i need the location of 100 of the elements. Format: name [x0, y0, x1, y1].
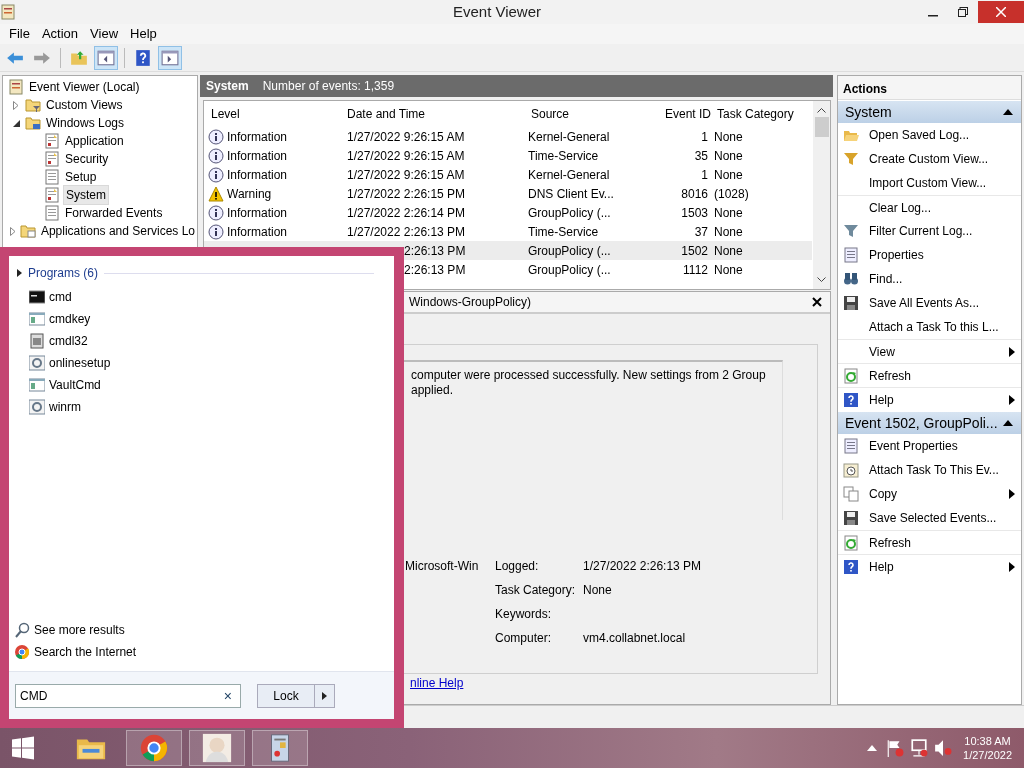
search-field[interactable]: CMD ×: [15, 683, 241, 708]
collapsed-arrow-icon[interactable]: [13, 100, 19, 110]
menu-item[interactable]: File: [3, 24, 36, 44]
menu-item[interactable]: Action: [35, 24, 85, 44]
funnel-icon: [843, 151, 859, 167]
command-item[interactable]: Save All Events As...: [838, 291, 1021, 315]
taskbar-button[interactable]: [189, 730, 245, 766]
lock-button[interactable]: Lock: [258, 684, 314, 707]
command-item[interactable]: View: [838, 339, 1021, 363]
help-icon: [134, 48, 152, 67]
task-category: None: [714, 243, 743, 258]
collapse-arrow-icon[interactable]: [1003, 420, 1013, 426]
tree-item[interactable]: Forwarded Events: [63, 204, 165, 222]
tray-arrow-icon[interactable]: [867, 745, 878, 751]
taskbar-button[interactable]: [252, 730, 308, 766]
command-item[interactable]: Attach Task To This Ev...: [838, 458, 1021, 482]
list-icon: [843, 247, 859, 263]
command-item[interactable]: Attach a Task To this L...: [838, 315, 1021, 339]
search-result[interactable]: cmd: [9, 286, 394, 308]
message-line: applied.: [411, 383, 455, 398]
menu-item[interactable]: View: [84, 24, 125, 44]
event-id: 35: [694, 148, 708, 163]
command-item[interactable]: Properties: [838, 243, 1021, 267]
tree-item[interactable]: Event Viewer (Local): [27, 78, 142, 96]
column-header[interactable]: Source: [531, 105, 627, 123]
event-id: 37: [694, 224, 708, 239]
command-item[interactable]: Copy: [838, 482, 1021, 506]
tree-item[interactable]: Windows Logs: [44, 114, 127, 132]
section-header[interactable]: Event 1502, GroupPoli...: [838, 412, 1021, 434]
command-item[interactable]: Help: [838, 387, 1021, 411]
collapse-arrow-icon[interactable]: [1003, 109, 1013, 115]
event-level: Information: [227, 128, 288, 146]
table-row[interactable]: Information 1/27/2022 9:26:15 AM Time-Service 35 None: [204, 146, 812, 165]
event-id: 1: [701, 129, 708, 144]
event-count: Number of events: 1,359: [262, 78, 395, 95]
tree-item[interactable]: Custom Views: [44, 96, 125, 114]
command-item[interactable]: Create Custom View...: [838, 147, 1021, 171]
submenu-arrow-icon: [1009, 561, 1015, 572]
tree-item[interactable]: Security: [63, 150, 111, 168]
details-title: Windows-GroupPolicy): [409, 294, 532, 311]
scroll-down-icon[interactable]: [817, 277, 826, 283]
scroll-up-icon[interactable]: [817, 107, 826, 113]
chrome-icon: [138, 732, 170, 764]
column-header[interactable]: Level: [211, 105, 347, 123]
toolbar-button[interactable]: [94, 45, 118, 70]
event-date: 1/27/2022 9:26:15 AM: [347, 129, 465, 144]
column-header[interactable]: Task Category: [717, 105, 815, 123]
info-icon: [208, 147, 224, 164]
column-header[interactable]: Event ID: [627, 105, 717, 123]
toolbar-button[interactable]: [158, 45, 182, 70]
field-label: Logged:: [495, 558, 540, 575]
column-header[interactable]: Date and Time: [347, 105, 531, 123]
section-header[interactable]: System: [838, 101, 1021, 123]
speaker-icon[interactable]: [934, 739, 953, 757]
flag-icon[interactable]: [886, 739, 905, 757]
taskbar-button[interactable]: [126, 730, 182, 766]
message-line: computer were processed successfully. New settings from 2 Group: [411, 368, 767, 383]
tree-item[interactable]: System: [63, 185, 109, 205]
table-row[interactable]: Information 1/27/2022 2:26:14 PM GroupPolicy (... 1503 None: [204, 203, 812, 222]
power-options-button[interactable]: [314, 684, 334, 707]
command-item[interactable]: Find...: [838, 267, 1021, 291]
command-item[interactable]: Help: [838, 554, 1021, 578]
table-row[interactable]: Information 1/27/2022 9:26:15 AM Kernel-General 1 None: [204, 165, 812, 184]
tree-item[interactable]: Setup: [63, 168, 99, 186]
search-result[interactable]: cmdkey: [9, 308, 394, 330]
help-link[interactable]: nline Help: [410, 674, 464, 692]
command-item[interactable]: Event Properties: [838, 434, 1021, 458]
event-date: 1/27/2022 2:26:14 PM: [347, 205, 466, 220]
search-result[interactable]: onlinesetup: [9, 352, 394, 374]
expanded-arrow-icon[interactable]: [12, 119, 20, 127]
expand-arrow-icon[interactable]: [17, 269, 22, 277]
menu-item[interactable]: Help: [124, 24, 163, 44]
search-result[interactable]: VaultCmd: [9, 374, 394, 396]
field-label: Computer:: [495, 630, 553, 647]
command-item[interactable]: Refresh: [838, 530, 1021, 554]
search-result[interactable]: cmdl32: [9, 330, 394, 352]
command-item[interactable]: Open Saved Log...: [838, 123, 1021, 147]
scrollbar[interactable]: [813, 101, 830, 289]
table-row[interactable]: Warning 1/27/2022 2:26:15 PM DNS Client Ev... 8016 (1028): [204, 184, 812, 203]
clear-button[interactable]: ×: [219, 688, 236, 703]
clock[interactable]: 10:38 AM 1/27/2022: [963, 734, 1012, 762]
scroll-thumb[interactable]: [814, 117, 829, 137]
table-row[interactable]: Information 1/27/2022 2:26:13 PM Time-Service 37 None: [204, 222, 812, 241]
tree-item[interactable]: Application: [63, 132, 126, 150]
group-header[interactable]: Programs (6): [28, 264, 98, 282]
tree-item[interactable]: Applications and Services Lo: [38, 222, 197, 240]
command-item[interactable]: Save Selected Events...: [838, 506, 1021, 530]
collapsed-arrow-icon[interactable]: [10, 226, 17, 236]
command-item[interactable]: Import Custom View...: [838, 171, 1021, 195]
network-icon[interactable]: [910, 739, 929, 757]
search-result[interactable]: winrm: [9, 396, 394, 418]
info-icon: [208, 204, 224, 221]
search-link[interactable]: Search the Internet: [9, 641, 394, 663]
close-button[interactable]: [812, 297, 822, 307]
log-icon: [44, 169, 60, 185]
command-item[interactable]: Refresh: [838, 363, 1021, 387]
command-item[interactable]: Filter Current Log...: [838, 219, 1021, 243]
command-item[interactable]: Clear Log...: [838, 195, 1021, 219]
table-row[interactable]: Information 1/27/2022 9:26:15 AM Kernel-General 1 None: [204, 127, 812, 146]
search-link[interactable]: See more results: [9, 619, 394, 641]
